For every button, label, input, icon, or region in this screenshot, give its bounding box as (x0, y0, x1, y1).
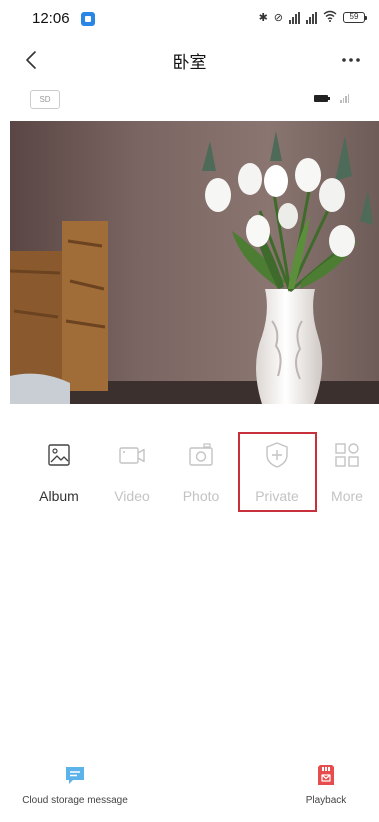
device-battery-icon (314, 95, 330, 102)
photo-label: Photo (182, 488, 220, 504)
more-label: More (331, 488, 363, 504)
video-frame-image (10, 121, 379, 404)
signal-1-icon (289, 11, 300, 24)
cloud-storage-message-button[interactable]: Cloud storage message (18, 764, 132, 806)
mute-icon: ⊘ (273, 12, 283, 24)
wifi-icon (323, 10, 337, 25)
device-info-bar: SD (0, 88, 379, 114)
nav-bar: 卧室 (0, 40, 379, 80)
shield-plus-icon (262, 440, 292, 470)
app-notification-icon (81, 12, 95, 26)
sd-playback-icon (315, 764, 337, 786)
more-options-icon[interactable] (339, 50, 363, 70)
bluetooth-icon: ✱ (258, 12, 268, 24)
signal-2-icon (306, 11, 317, 24)
album-icon (44, 440, 74, 470)
battery-icon: 59 (343, 12, 367, 23)
status-icons: ✱ ⊘ 59 (258, 10, 367, 25)
grid-icon (332, 440, 362, 470)
photo-capture-button[interactable]: Photo (162, 432, 240, 512)
video-record-button[interactable]: Video (93, 432, 171, 512)
back-icon[interactable] (22, 48, 42, 72)
camera-icon (186, 440, 216, 470)
private-mode-button[interactable]: Private (238, 432, 316, 512)
video-label: Video (114, 488, 150, 504)
playback-button[interactable]: Playback (300, 764, 352, 806)
more-functions-button[interactable]: More (308, 432, 379, 512)
album-label: Album (39, 488, 79, 504)
cloud-storage-label: Cloud storage message (22, 795, 128, 806)
message-icon (64, 764, 86, 786)
status-bar: 12:06 ✱ ⊘ 59 (0, 0, 379, 36)
device-signal-icon (340, 94, 349, 103)
album-button[interactable]: Album (20, 432, 98, 512)
device-status (314, 94, 349, 103)
video-camera-icon (117, 440, 147, 470)
private-label: Private (255, 488, 299, 504)
status-time: 12:06 (32, 10, 70, 27)
playback-label: Playback (305, 795, 347, 806)
function-toolbar: Album Video Photo Private More (0, 432, 379, 512)
page-title: 卧室 (172, 53, 207, 72)
sd-card-badge[interactable]: SD (30, 90, 60, 109)
live-video-view[interactable] (10, 121, 379, 404)
